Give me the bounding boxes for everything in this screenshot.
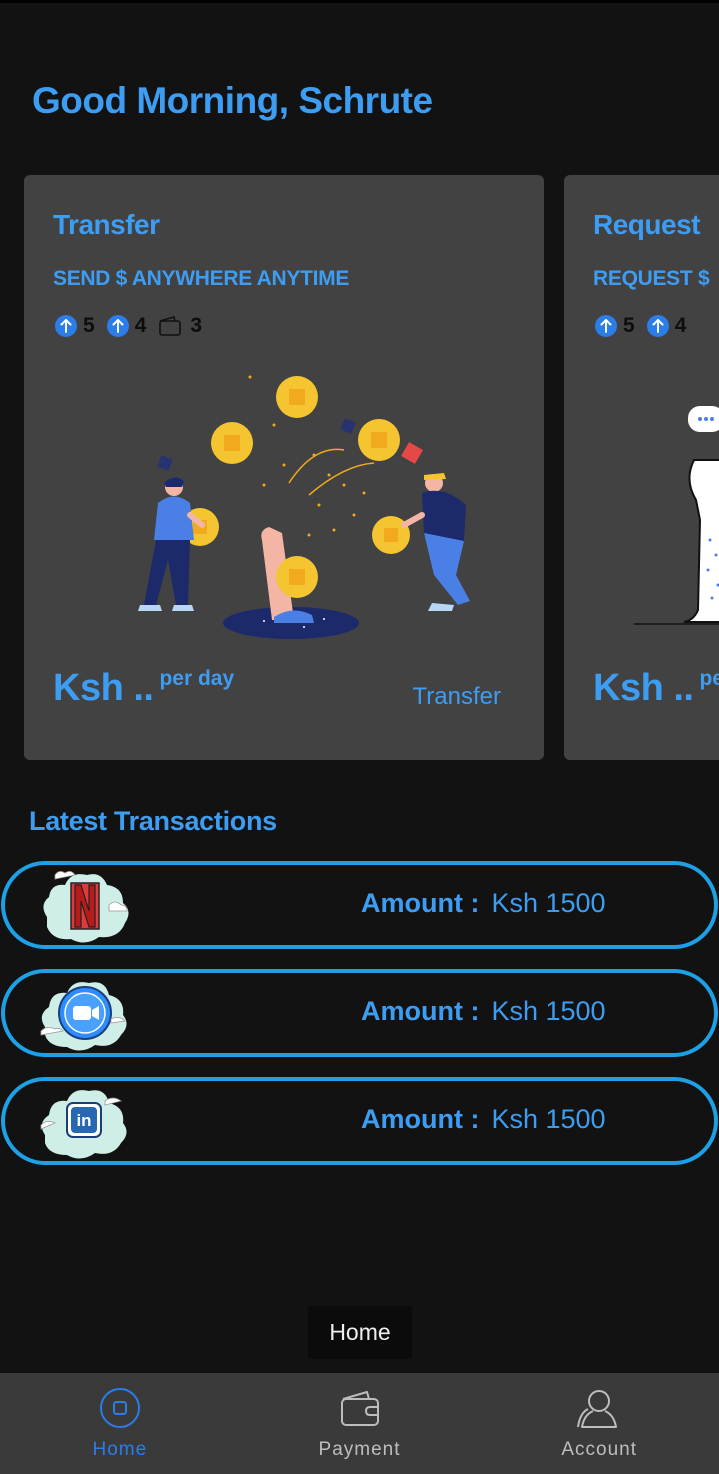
- request-card[interactable]: Request REQUEST $ 5 4 Ksh .. pe: [564, 175, 719, 760]
- zoom-icon: [40, 982, 127, 1051]
- netflix-icon: [43, 871, 129, 943]
- price-main: Ksh ..: [593, 667, 694, 709]
- wallet-icon: [340, 1391, 379, 1426]
- arrow-up-circle-icon: [55, 315, 77, 337]
- amount-label: Amount :: [361, 888, 480, 918]
- price-label: Ksh .. per day: [53, 667, 234, 710]
- bottom-navigation: Home Payment Account: [0, 1373, 719, 1474]
- stat-item: 4: [646, 314, 687, 338]
- arrow-up-circle-icon: [106, 315, 129, 337]
- stat-value: 3: [190, 314, 203, 337]
- wallet-icon: [158, 315, 182, 337]
- nav-label-payment: Payment: [318, 1439, 401, 1460]
- svg-text:in: in: [76, 1111, 91, 1130]
- stat-item: 3: [158, 314, 202, 338]
- nav-item-account[interactable]: Account: [479, 1373, 719, 1474]
- price-main: Ksh ..: [53, 667, 154, 709]
- card-subtitle: REQUEST $: [593, 267, 710, 290]
- transaction-item[interactable]: Amount : Ksh 1500: [1, 969, 718, 1057]
- home-icon: [99, 1388, 140, 1428]
- stat-value: 4: [674, 314, 687, 337]
- stat-item: 4: [106, 314, 147, 338]
- nav-item-home[interactable]: Home: [0, 1373, 240, 1474]
- card-stats: 5 4 3: [55, 314, 214, 338]
- price-per: pe: [699, 667, 719, 690]
- account-icon: [577, 1390, 618, 1428]
- arrow-up-circle-icon: [646, 315, 669, 337]
- tooltip-toast: Home: [308, 1306, 412, 1359]
- transfer-button[interactable]: Transfer: [413, 683, 501, 711]
- transaction-amount: Amount : Ksh 1500: [361, 996, 606, 1027]
- transaction-item[interactable]: in Amount : Ksh 1500: [1, 1077, 718, 1165]
- transaction-item[interactable]: Amount : Ksh 1500: [1, 861, 718, 949]
- nav-label-account: Account: [561, 1439, 637, 1460]
- amount-value: Ksh 1500: [491, 888, 606, 918]
- request-illustration: [634, 406, 719, 625]
- screen: Good Morning, Schrute Transfer SEND $ AN…: [0, 0, 719, 1474]
- latest-transactions-title: Latest Transactions: [29, 806, 277, 836]
- card-subtitle: SEND $ ANYWHERE ANYTIME: [53, 267, 350, 290]
- status-line: [0, 0, 719, 3]
- stat-value: 4: [134, 314, 147, 337]
- amount-label: Amount :: [361, 996, 480, 1026]
- stat-value: 5: [623, 314, 635, 337]
- card-title: Transfer: [53, 209, 160, 240]
- arrow-up-circle-icon: [595, 315, 617, 337]
- amount-label: Amount :: [361, 1104, 480, 1134]
- transaction-amount: Amount : Ksh 1500: [361, 1104, 606, 1135]
- amount-value: Ksh 1500: [491, 996, 606, 1026]
- amount-value: Ksh 1500: [491, 1104, 606, 1134]
- price-per: per day: [159, 667, 235, 690]
- card-stats: 5 4: [595, 314, 698, 338]
- linkedin-icon: in: [40, 1090, 127, 1159]
- transfer-card[interactable]: Transfer SEND $ ANYWHERE ANYTIME 5 4 3 K…: [24, 175, 544, 760]
- stat-item: 5: [55, 314, 95, 338]
- stat-value: 5: [83, 314, 95, 337]
- transaction-amount: Amount : Ksh 1500: [361, 888, 606, 919]
- money-illustration: [138, 375, 470, 639]
- nav-label-home: Home: [92, 1439, 148, 1460]
- stat-item: 5: [595, 314, 635, 338]
- greeting-title: Good Morning, Schrute: [32, 80, 433, 121]
- price-label: Ksh .. pe: [593, 667, 719, 710]
- nav-item-payment[interactable]: Payment: [240, 1373, 480, 1474]
- card-title: Request: [593, 209, 700, 240]
